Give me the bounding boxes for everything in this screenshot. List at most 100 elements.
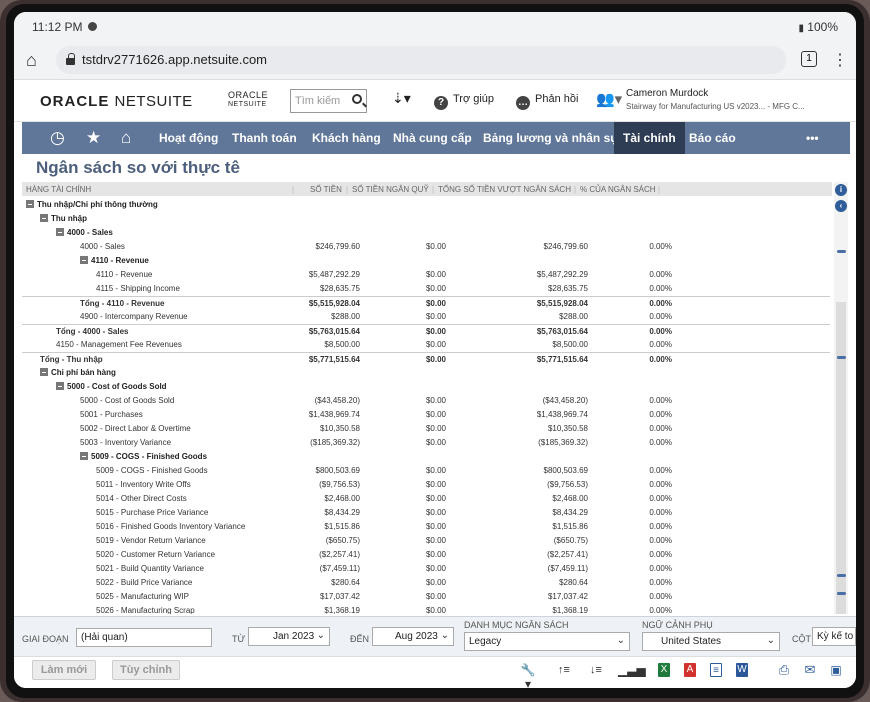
tab-count-button[interactable]: 1 (801, 51, 817, 67)
amount-cell[interactable]: $2,468.00 (324, 494, 360, 503)
over-budget-cell: ($7,459.11) (547, 564, 588, 573)
email-icon[interactable]: ✉ (802, 663, 818, 677)
col-financial-row[interactable]: HÀNG TÀI CHÍNH (26, 185, 91, 194)
collapse-toggle-icon[interactable] (26, 200, 34, 208)
recent-records-icon[interactable]: ◷ (50, 128, 65, 148)
row-label: 5015 - Purchase Price Variance (96, 508, 208, 517)
kebab-menu-icon[interactable]: ⋮ (832, 50, 848, 70)
role-switch-icon[interactable]: 👥▾ (596, 90, 622, 108)
nav-customers[interactable]: Khách hàng (303, 122, 390, 154)
feedback-link[interactable]: … Phản hồi (516, 93, 578, 110)
amount-cell[interactable]: ($2,257.41) (319, 550, 360, 559)
help-link[interactable]: ? Trợ giúp (434, 93, 494, 110)
budget-category-select[interactable]: Legacy ⌄ (464, 632, 630, 651)
search-icon[interactable] (352, 94, 362, 104)
amount-cell[interactable]: $5,487,292.29 (309, 270, 360, 279)
percent-cell: 0.00% (649, 340, 672, 349)
nav-more[interactable]: ••• (797, 122, 828, 154)
col-budget-amount[interactable]: SỐ TIỀN NGÂN QUỸ (352, 185, 429, 194)
amount-cell[interactable]: $1,515.86 (324, 522, 360, 531)
expand-all-icon[interactable]: ↓≡ (586, 663, 606, 677)
nav-reports[interactable]: Báo cáo (680, 122, 745, 154)
col-amount[interactable]: SỐ TIỀN (310, 185, 342, 194)
amount-cell[interactable]: $10,350.58 (320, 424, 360, 433)
amount-cell[interactable]: ($43,458.20) (315, 396, 360, 405)
row-label[interactable]: 4110 - Revenue (80, 256, 149, 265)
amount-cell[interactable]: $8,500.00 (324, 340, 360, 349)
percent-cell: 0.00% (649, 592, 672, 601)
amount-cell[interactable]: $800,503.69 (316, 466, 361, 475)
pdf-export-icon[interactable]: A (684, 663, 696, 677)
from-period-select[interactable]: Jan 2023 ⌄ (248, 627, 330, 646)
nav-financial[interactable]: Tài chính (614, 122, 685, 154)
collapse-toggle-icon[interactable] (56, 382, 64, 390)
amount-cell[interactable]: $5,763,015.64 (309, 327, 360, 336)
amount-cell[interactable]: ($650.75) (326, 536, 360, 545)
create-new-icon[interactable]: ⇣▾ (392, 90, 411, 107)
wrench-icon[interactable]: 🔧▾ (518, 663, 538, 688)
nav-activities[interactable]: Hoạt động (150, 122, 227, 154)
amount-cell[interactable]: $246,799.60 (316, 242, 361, 251)
amount-cell[interactable]: ($7,459.11) (320, 564, 360, 573)
amount-cell[interactable]: $1,438,969.74 (309, 410, 360, 419)
to-period-select[interactable]: Aug 2023 ⌄ (372, 627, 454, 646)
amount-cell[interactable]: $288.00 (331, 312, 360, 321)
table-row: 5014 - Other Direct Costs $2,468.00 $0.00 $… (22, 492, 830, 506)
amount-cell[interactable]: ($9,756.53) (319, 480, 360, 489)
amount-cell[interactable]: $17,037.42 (320, 592, 360, 601)
schedule-icon[interactable]: ▣ (828, 663, 844, 677)
row-label[interactable]: Chi phí bán hàng (40, 368, 116, 377)
scrollbar-thumb[interactable] (836, 302, 846, 614)
collapse-toggle-icon[interactable] (40, 214, 48, 222)
collapse-all-icon[interactable]: ↑≡ (554, 663, 574, 677)
row-label[interactable]: 5000 - Cost of Goods Sold (56, 382, 167, 391)
subcontext-select[interactable]: United States ⌄ (642, 632, 780, 651)
row-label[interactable]: 4000 - Sales (56, 228, 113, 237)
period-input[interactable]: (Hải quan) (76, 628, 212, 647)
info-icon[interactable]: i (835, 184, 847, 196)
row-label-text: Chi phí bán hàng (51, 368, 116, 377)
url-field[interactable]: tstdrv2771626.app.netsuite.com (56, 46, 786, 74)
home-icon[interactable]: ⌂ (121, 128, 131, 148)
user-menu[interactable]: Cameron Murdock Stairway for Manufacturi… (626, 88, 805, 111)
collapse-toggle-icon[interactable] (40, 368, 48, 376)
amount-cell[interactable]: $28,635.75 (320, 284, 360, 293)
collapse-toggle-icon[interactable] (56, 228, 64, 236)
home-icon[interactable]: ⌂ (26, 50, 37, 71)
bar-chart-icon[interactable]: ▁▃▅ (618, 663, 646, 677)
row-label: 5002 - Direct Labor & Overtime (80, 424, 191, 433)
amount-cell[interactable]: $280.64 (331, 578, 360, 587)
row-label[interactable]: Thu nhập (40, 214, 87, 223)
nav-payments[interactable]: Thanh toán (223, 122, 306, 154)
nav-vendors[interactable]: Nhà cung cấp (384, 122, 481, 154)
excel-export-icon[interactable]: X (658, 663, 670, 677)
oracle-netsuite-logo[interactable]: ORACLE NETSUITE (40, 93, 193, 110)
col-over-budget[interactable]: TỔNG SỐ TIỀN VƯỢT NGÂN SÁCH (438, 185, 571, 194)
amount-cell[interactable]: ($185,369.32) (310, 438, 360, 447)
row-label: Tổng - 4000 - Sales (56, 327, 128, 336)
row-label-text: 5025 - Manufacturing WIP (96, 592, 189, 601)
row-label[interactable]: Thu nhập/Chi phí thông thường (26, 200, 158, 209)
customize-button[interactable]: Tùy chỉnh (112, 660, 180, 680)
budget-cell: $0.00 (425, 508, 446, 517)
print-icon[interactable]: ⎙ (776, 663, 792, 677)
favorites-star-icon[interactable]: ★ (86, 128, 101, 148)
text-export-icon[interactable]: ≡ (710, 663, 722, 677)
amount-cell[interactable]: $1,368.19 (324, 606, 360, 614)
amount-cell[interactable]: $5,515,928.04 (309, 299, 360, 308)
row-label-text: 4000 - Sales (80, 242, 125, 251)
global-search-input[interactable]: Tìm kiếm (290, 89, 367, 113)
nav-payroll-hr[interactable]: Bảng lương và nhân sự (474, 122, 628, 154)
refresh-button[interactable]: Làm mới (32, 660, 96, 680)
collapse-toggle-icon[interactable] (80, 452, 88, 460)
col-percent-budget[interactable]: % CỦA NGÂN SÁCH (580, 185, 656, 194)
side-marker (837, 574, 846, 577)
collapse-toggle-icon[interactable] (80, 256, 88, 264)
amount-cell[interactable]: $8,434.29 (324, 508, 360, 517)
word-export-icon[interactable]: W (736, 663, 748, 677)
row-label[interactable]: 5009 - COGS - Finished Goods (80, 452, 207, 461)
amount-cell[interactable]: $5,771,515.64 (309, 355, 360, 364)
column-select[interactable]: Kỳ kế to (812, 627, 856, 646)
row-label: 5019 - Vendor Return Variance (96, 536, 206, 545)
collapse-left-icon[interactable]: ‹ (835, 200, 847, 212)
